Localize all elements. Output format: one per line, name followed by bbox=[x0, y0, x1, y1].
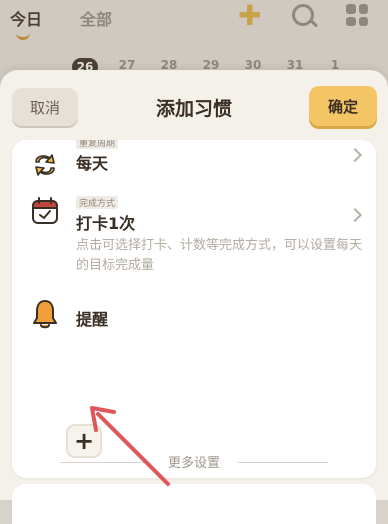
habit-settings-card: 重复周期 每天 完成方式 打卡1次 点击可选择打卡、计数等完成方式，可以设置每天… bbox=[12, 140, 376, 478]
search-icon[interactable] bbox=[292, 4, 314, 26]
tab-today-indicator bbox=[16, 32, 30, 40]
confirm-button[interactable]: 确定 bbox=[309, 86, 377, 126]
calendar-check-icon bbox=[32, 197, 58, 224]
loop-icon bbox=[35, 154, 55, 176]
divider-line bbox=[238, 462, 328, 463]
more-settings-divider[interactable]: 更多设置 bbox=[0, 452, 388, 472]
chevron-right-icon bbox=[347, 207, 363, 223]
frequency-value: 每天 bbox=[76, 154, 109, 173]
plus-icon[interactable]: ✚ bbox=[238, 2, 261, 30]
more-settings-label: 更多设置 bbox=[167, 456, 220, 471]
completion-description: 点击可选择打卡、计数等完成方式，可以设置每天的目标完成量 bbox=[76, 238, 363, 273]
grid-icon[interactable] bbox=[346, 4, 368, 26]
frequency-caption: 重复周期 bbox=[76, 140, 119, 149]
more-settings-card bbox=[12, 484, 376, 524]
add-habit-sheet: 取消 添加习惯 确定 重复周期 每天 完成方式 打卡1次 点击可选择打卡、计数等… bbox=[0, 70, 388, 524]
frequency-row[interactable]: 重复周期 每天 bbox=[12, 140, 376, 192]
tab-all[interactable]: 全部 bbox=[80, 6, 112, 30]
completion-caption: 完成方式 bbox=[76, 196, 119, 209]
reminder-row[interactable]: 提醒 bbox=[12, 298, 376, 338]
completion-value: 打卡1次 bbox=[76, 214, 136, 233]
reminder-label: 提醒 bbox=[76, 310, 109, 329]
tab-today[interactable]: 今日 bbox=[10, 6, 42, 30]
chevron-right-icon bbox=[347, 147, 363, 163]
bell-icon bbox=[33, 300, 57, 329]
